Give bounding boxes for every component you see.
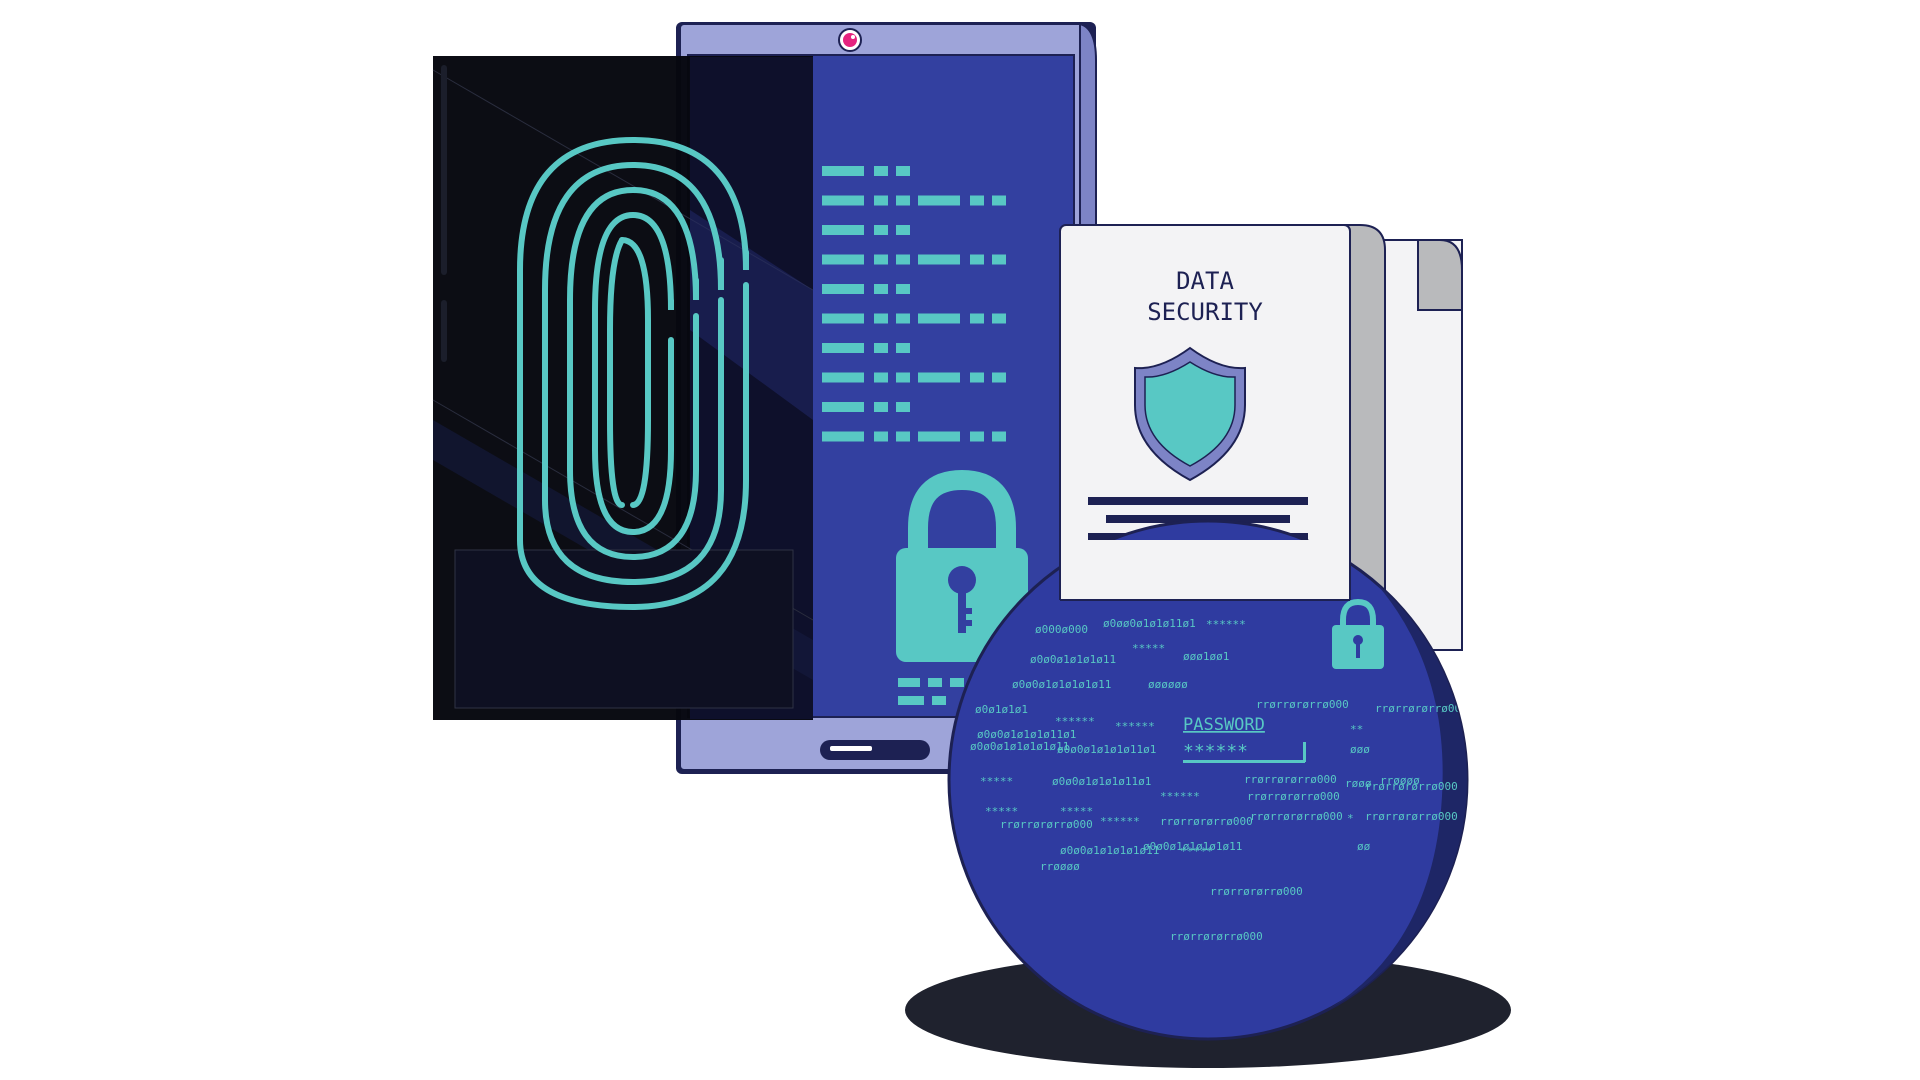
screen-code-bar [896, 225, 910, 235]
screen-code-bar [822, 372, 864, 383]
screen-code-bar [874, 254, 888, 265]
document-title-line2: SECURITY [1147, 298, 1263, 326]
globe-code-text: ****** [1055, 715, 1095, 728]
globe-code-text: ø0ø0ø1ø1ø1ø11 [1030, 653, 1116, 666]
screen-code-bar [896, 343, 910, 353]
screen-code-bar [822, 225, 864, 235]
globe-code-text: ***** [1132, 642, 1165, 655]
globe-code-text: ****** [1115, 720, 1155, 733]
globe-code-text: rrørrørørrø000 [1244, 773, 1337, 786]
globe-code-text: rrørrørørrø000 [1210, 885, 1303, 898]
globe-code-text: ø0ø0ø1ø1ø1ø11ø1 [1052, 775, 1151, 788]
screen-code-bar [918, 254, 960, 265]
globe-code-text: ø0ø0ø1ø1ø1ø11ø1 [1057, 743, 1156, 756]
password-mask: ****** [1183, 741, 1248, 762]
globe-code-text: øø [1357, 840, 1371, 853]
screen-code-bar [874, 225, 888, 235]
screen-code-bar [822, 402, 864, 412]
globe-code-text: ***** [980, 775, 1013, 788]
globe-code-text: ø0øø0ø1ø1ø11ø1 [1103, 617, 1196, 630]
screen-code-bar [970, 254, 984, 265]
screen-code-bar [970, 195, 984, 206]
screen-code-bar [918, 195, 960, 206]
screen-code-bar [992, 254, 1006, 265]
globe-code-text: rrørrørørrø000 [1365, 810, 1458, 823]
password-label: PASSWORD [1183, 715, 1265, 735]
screen-code-bar [874, 402, 888, 412]
screen-code-bar [822, 195, 864, 206]
globe-code-text: ***** [1060, 805, 1093, 818]
screen-code-bar [874, 284, 888, 294]
screen-code-bar [896, 284, 910, 294]
screen-code-bar [896, 166, 910, 176]
screen-code-bar [896, 313, 910, 324]
globe-code-text: ****** [1100, 815, 1140, 828]
globe-code-text: rrørrørørrø000 [1256, 698, 1349, 711]
screen-code-bar [874, 166, 888, 176]
globe-code-text: * [1347, 812, 1354, 825]
screen-code-bar [918, 372, 960, 383]
globe-code-text: ****** [1206, 618, 1246, 631]
globe-code-text: rrørrørørrø000 [1170, 930, 1263, 943]
screen-code-bar [822, 431, 864, 442]
screen-code-bar [918, 313, 960, 324]
globe-code-text: ø0ø0ø1ø1ø1ø1ø11 [1012, 678, 1111, 691]
screen-code-bar [896, 372, 910, 383]
globe-code-text: øøø1øø1 [1183, 650, 1229, 663]
screen-code-bar [896, 195, 910, 206]
globe-code-text: rrørrørørrø000 [1000, 818, 1093, 831]
screen-code-bar [874, 195, 888, 206]
globe-code-text: rrøøøø [1040, 860, 1080, 873]
screen-code-bar [874, 431, 888, 442]
globe-code-text: øøøøøø [1148, 678, 1188, 691]
globe-code-text: ø0ø0ø1ø1ø1ø1ø11 [970, 740, 1069, 753]
globe-code-text: rrørrørørrø000 [1250, 810, 1343, 823]
data-globe: ø000ø000 ø0øø0ø1ø1ø11ø1 ***********øøø1øø1… [947, 519, 1469, 1041]
globe-code-text: øøø [1350, 743, 1370, 756]
screen-code-bar [992, 431, 1006, 442]
document-title-line1: DATA [1176, 267, 1234, 295]
screen-code-bar [874, 313, 888, 324]
globe-code-text: ø0ø1ø1ø1 [975, 703, 1028, 716]
screen-code-bar [970, 313, 984, 324]
screen-code-bar [822, 343, 864, 353]
globe-code-text: ** [1350, 723, 1363, 736]
globe-code-text: ø000ø000 [1035, 623, 1088, 636]
globe-code-text: ø0ø0ø1ø1ø1ø1ø11 [1060, 844, 1159, 857]
globe-code-text: ***** [1180, 845, 1213, 858]
screen-code-bar [970, 431, 984, 442]
screen-code-bar [896, 402, 910, 412]
fingerprint-panel [432, 56, 814, 720]
globe-code-text: rrørrørørrø000 [1247, 790, 1340, 803]
screen-code-bar [822, 254, 864, 265]
globe-code-text: røøø [1345, 777, 1372, 790]
globe-code-text: rrøøøø [1380, 774, 1420, 787]
globe-code-text: rrørrørørrø000 [1375, 702, 1468, 715]
screen-code-bar [822, 284, 864, 294]
screen-code-bar [822, 166, 864, 176]
screen-code-bar [970, 372, 984, 383]
screen-code-bar [896, 254, 910, 265]
screen-code-bar [992, 372, 1006, 383]
globe-code-text: rrørrørørrø000 [1160, 815, 1253, 828]
screen-code-bar [896, 431, 910, 442]
screen-code-bar [874, 343, 888, 353]
screen-code-bar [874, 372, 888, 383]
screen-code-bar [822, 313, 864, 324]
screen-code-bar [992, 195, 1006, 206]
globe-code-text: ***** [985, 805, 1018, 818]
globe-code-text: ****** [1160, 790, 1200, 803]
screen-code-bar [992, 313, 1006, 324]
screen-code-bar [918, 431, 960, 442]
data-security-illustration: DATA SECURITY ø000ø000 ø0øø0ø1ø1ø11ø1 ****… [432, 22, 1511, 1068]
